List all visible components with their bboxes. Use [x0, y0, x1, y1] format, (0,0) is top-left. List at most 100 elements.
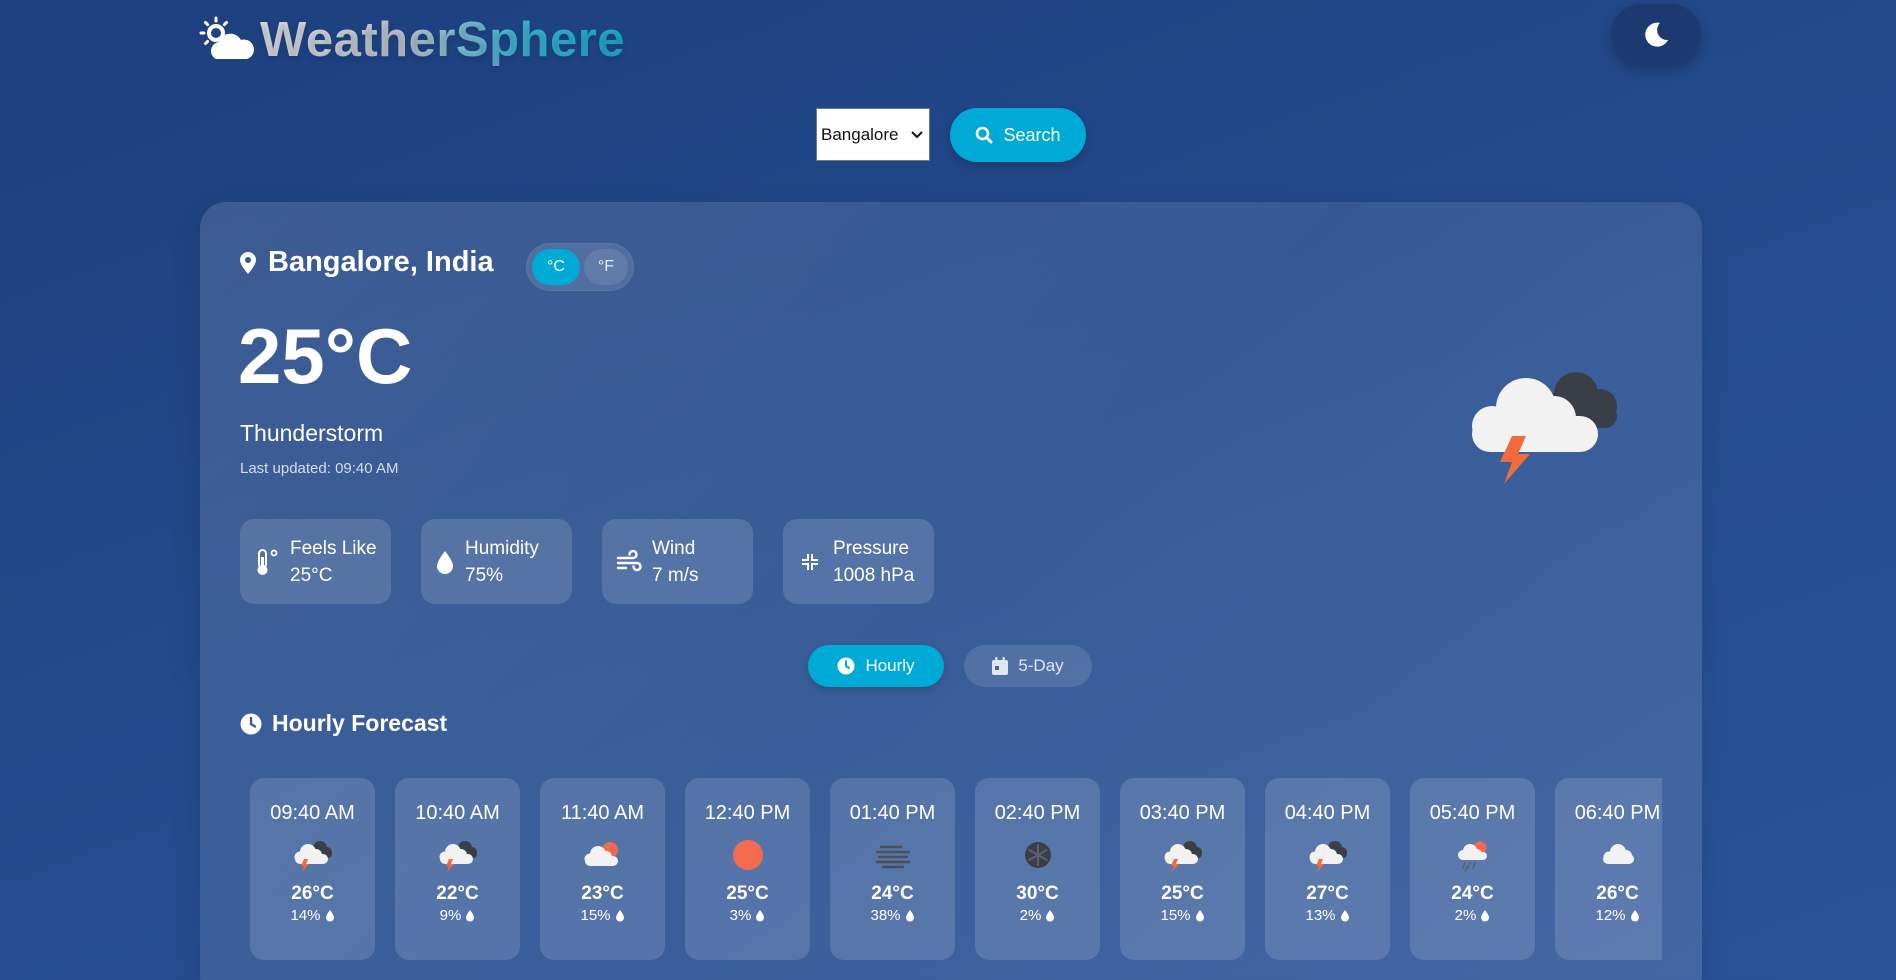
stat-wind: Wind 7 m/s: [602, 519, 753, 604]
thermometer-icon: [257, 548, 278, 575]
hourly-item: 11:40 AM 23°C 15%: [540, 778, 665, 960]
hourly-temp: 26°C: [1596, 883, 1639, 904]
hourly-precip: 14%: [290, 907, 334, 924]
search-icon: [976, 126, 993, 144]
hourly-precip-value: 2%: [1019, 907, 1042, 924]
hourly-time: 05:40 PM: [1429, 802, 1516, 824]
hourly-item: 09:40 AM 26°C 14%: [250, 778, 375, 960]
thunderstorm-icon: [1164, 841, 1202, 872]
hourly-temp: 30°C: [1016, 883, 1059, 904]
droplet-icon: [1630, 910, 1639, 922]
hourly-forecast-list[interactable]: 09:40 AM 26°C 14% 10:40 AM 22°C 9% 11:40…: [250, 778, 1662, 980]
tab-5-day[interactable]: 5-Day: [964, 645, 1092, 687]
hourly-item: 03:40 PM 25°C 15%: [1120, 778, 1245, 960]
wind-icon: [616, 549, 642, 571]
search-button[interactable]: Search: [950, 108, 1086, 162]
unit-fahrenheit-button[interactable]: °F: [584, 249, 628, 285]
unit-celsius-button[interactable]: °C: [532, 249, 580, 285]
tab-hourly-label: Hourly: [865, 656, 915, 675]
calendar-icon: [992, 657, 1009, 675]
sun-icon: [732, 840, 763, 870]
hourly-precip-value: 12%: [1595, 907, 1626, 924]
hourly-precip-value: 14%: [290, 907, 321, 924]
droplet-icon: [325, 910, 334, 922]
hourly-temp: 24°C: [871, 883, 914, 904]
thunderstorm-icon: [294, 841, 332, 872]
hourly-item: 01:40 PM 24°C 38%: [830, 778, 955, 960]
stat-value: 7 m/s: [652, 564, 699, 586]
stat-label: Wind: [652, 537, 696, 559]
theme-toggle-button[interactable]: [1611, 4, 1701, 66]
thunderstorm-icon: [1309, 841, 1347, 872]
hourly-time: 02:40 PM: [994, 802, 1081, 824]
hourly-precip: 3%: [730, 907, 766, 924]
hourly-time: 11:40 AM: [560, 802, 645, 824]
tab-hourly[interactable]: Hourly: [808, 645, 944, 687]
thunderstorm-icon: [439, 841, 477, 872]
cloud-icon: [1602, 844, 1634, 864]
snow-icon: [1024, 842, 1051, 868]
hourly-item: 04:40 PM 27°C 13%: [1265, 778, 1390, 960]
hourly-temp: 27°C: [1306, 883, 1349, 904]
chevron-down-icon: [911, 130, 923, 138]
clock-icon: [240, 713, 262, 734]
droplet-icon: [466, 910, 475, 922]
droplet-icon: [1340, 910, 1349, 922]
hourly-item: 05:40 PM 24°C 2%: [1410, 778, 1535, 960]
stat-value: 25°C: [290, 564, 333, 586]
stat-value: 75%: [465, 564, 504, 586]
stat-value: 1008 hPa: [833, 564, 915, 586]
hourly-item: 06:40 PM 26°C 12%: [1555, 778, 1662, 960]
location-heading: Bangalore, India: [240, 246, 494, 279]
stat-pressure: Pressure 1008 hPa: [783, 519, 934, 604]
hourly-temp: 23°C: [581, 883, 624, 904]
hourly-time: 06:40 PM: [1574, 802, 1661, 824]
map-pin-icon: [240, 251, 256, 274]
city-select[interactable]: Bangalore: [816, 108, 930, 161]
hourly-precip-value: 2%: [1454, 907, 1477, 924]
thunderstorm-icon: [1472, 372, 1617, 484]
location-name: Bangalore, India: [268, 246, 494, 278]
hourly-temp: 26°C: [291, 883, 334, 904]
hourly-precip: 13%: [1305, 907, 1349, 924]
fog-icon: [875, 845, 910, 869]
hourly-item: 02:40 PM 30°C 2%: [975, 778, 1100, 960]
droplet-icon: [756, 910, 765, 922]
hourly-time: 10:40 AM: [415, 802, 500, 824]
droplet-icon: [905, 910, 914, 922]
hourly-temp: 22°C: [436, 883, 479, 904]
hourly-precip: 15%: [1160, 907, 1204, 924]
hourly-item: 10:40 AM 22°C 9%: [395, 778, 520, 960]
unit-toggle: °C °F: [526, 243, 634, 291]
droplet-icon: [437, 550, 453, 574]
droplet-icon: [1481, 910, 1490, 922]
hourly-precip: 38%: [870, 907, 914, 924]
stat-feels-like: Feels Like 25°C: [240, 519, 391, 604]
current-temperature: 25°C: [238, 312, 413, 400]
stat-label: Humidity: [465, 537, 539, 559]
current-condition: Thunderstorm: [240, 420, 384, 446]
app-name: WeatherSphere: [260, 13, 626, 67]
droplet-icon: [1046, 910, 1055, 922]
stat-humidity: Humidity 75%: [421, 519, 572, 604]
hourly-precip: 2%: [1455, 907, 1491, 924]
last-updated: Last updated: 09:40 AM: [240, 460, 399, 477]
hourly-forecast-title-text: Hourly Forecast: [272, 710, 448, 736]
hourly-precip: 9%: [440, 907, 476, 924]
stat-label: Feels Like: [290, 537, 377, 559]
hourly-precip-value: 3%: [729, 907, 752, 924]
hourly-precip-value: 15%: [580, 907, 611, 924]
hourly-time: 03:40 PM: [1139, 802, 1226, 824]
hourly-precip-value: 13%: [1305, 907, 1336, 924]
rain-sun-icon: [1457, 841, 1487, 872]
hourly-temp: 25°C: [726, 883, 769, 904]
hourly-time: 04:40 PM: [1284, 802, 1371, 824]
hourly-temp: 24°C: [1451, 883, 1494, 904]
app-logo: WeatherSphere: [198, 10, 625, 70]
city-select-value: Bangalore: [821, 124, 899, 144]
hourly-precip: 12%: [1595, 907, 1639, 924]
hourly-temp: 25°C: [1161, 883, 1204, 904]
hourly-precip-value: 15%: [1160, 907, 1191, 924]
hourly-time: 09:40 AM: [270, 802, 355, 824]
hourly-precip-value: 9%: [439, 907, 462, 924]
